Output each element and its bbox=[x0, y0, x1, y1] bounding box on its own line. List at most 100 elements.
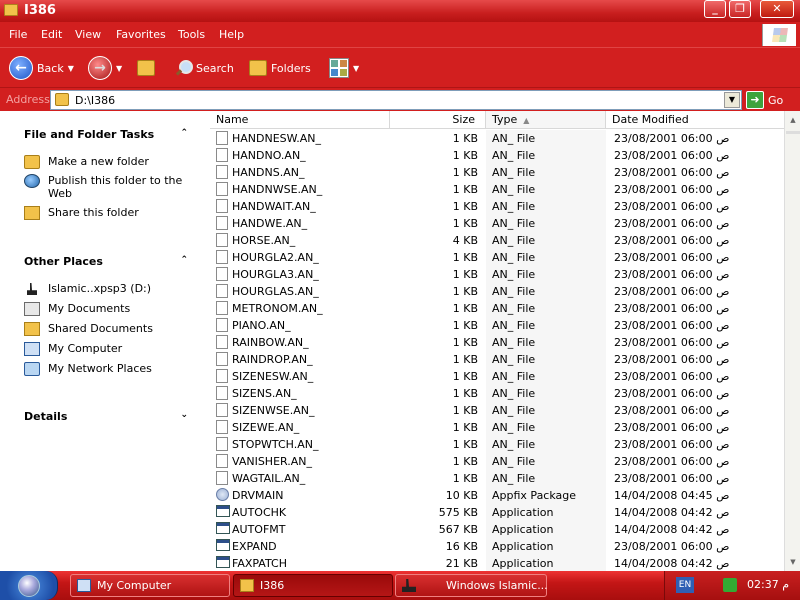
menu-tools[interactable]: Tools bbox=[178, 28, 205, 41]
file-date: 14/04/2008 04:45 ص bbox=[614, 489, 730, 502]
place-shared-documents[interactable]: Shared Documents bbox=[24, 322, 194, 336]
file-type: AN_ File bbox=[492, 183, 536, 196]
file-size: 1 KB bbox=[452, 370, 478, 383]
collapse-icon[interactable]: ⌃ bbox=[180, 128, 188, 138]
taskbar-button-i386[interactable]: I386 bbox=[233, 574, 393, 597]
file-row[interactable]: PIANO.AN_ 1 KB AN_ File 23/08/2001 06:00 ص bbox=[210, 317, 784, 334]
share-folder-link[interactable]: Share this folder bbox=[24, 206, 194, 220]
make-new-folder-link[interactable]: Make a new folder bbox=[24, 155, 194, 169]
file-name: RAINDROP.AN_ bbox=[232, 353, 313, 366]
place-my-network-places[interactable]: My Network Places bbox=[24, 362, 194, 376]
close-button[interactable]: ✕ bbox=[760, 0, 794, 18]
place-my-computer[interactable]: My Computer bbox=[24, 342, 194, 356]
minimize-button[interactable]: _ bbox=[704, 0, 726, 18]
file-row[interactable]: DRVMAIN 10 KB Appfix Package 14/04/2008 04:… bbox=[210, 487, 784, 504]
column-header-name[interactable]: Name bbox=[210, 111, 390, 129]
file-row[interactable]: AUTOCHK 575 KB Application 14/04/2008 04:42… bbox=[210, 504, 784, 521]
file-icon bbox=[216, 335, 228, 349]
file-row[interactable]: HANDNO.AN_ 1 KB AN_ File 23/08/2001 06:00 ص bbox=[210, 147, 784, 164]
file-row[interactable]: RAINDROP.AN_ 1 KB AN_ File 23/08/2001 06:00… bbox=[210, 351, 784, 368]
address-input[interactable]: D:\I386 ▼ bbox=[50, 90, 742, 110]
file-icon bbox=[216, 131, 228, 145]
address-dropdown-icon[interactable]: ▼ bbox=[724, 92, 740, 108]
up-button[interactable] bbox=[137, 54, 155, 82]
file-row[interactable]: HOURGLAS.AN_ 1 KB AN_ File 23/08/2001 06:00… bbox=[210, 283, 784, 300]
file-date: 23/08/2001 06:00 ص bbox=[614, 200, 730, 213]
file-size: 1 KB bbox=[452, 200, 478, 213]
file-row[interactable]: EXPAND 16 KB Application 23/08/2001 06:00 ص bbox=[210, 538, 784, 555]
application-icon bbox=[216, 505, 230, 517]
file-row[interactable]: HANDWE.AN_ 1 KB AN_ File 23/08/2001 06:00 ص bbox=[210, 215, 784, 232]
forward-button[interactable]: → ▼ bbox=[88, 54, 122, 82]
language-indicator[interactable]: EN bbox=[676, 577, 694, 593]
file-row[interactable]: FAXPATCH 21 KB Application 14/04/2008 04:42… bbox=[210, 555, 784, 571]
file-icon bbox=[216, 182, 228, 196]
taskbar-label: Windows Islamic... bbox=[446, 579, 548, 592]
taskbar-button-windows-islamic[interactable]: Windows Islamic... bbox=[395, 574, 548, 597]
column-header-size[interactable]: Size bbox=[390, 111, 486, 129]
scroll-down-icon[interactable]: ▼ bbox=[786, 555, 800, 569]
menu-view[interactable]: View bbox=[75, 28, 101, 41]
file-list[interactable]: Name Size Type ▲ Date Modified HANDNESW.A… bbox=[210, 111, 784, 571]
place-drive-d[interactable]: Islamic..xpsp3 (D:) bbox=[24, 282, 194, 295]
file-size: 1 KB bbox=[452, 217, 478, 230]
file-row[interactable]: HANDNWSE.AN_ 1 KB AN_ File 23/08/2001 06:00… bbox=[210, 181, 784, 198]
search-button[interactable]: Search bbox=[174, 54, 234, 82]
network-places-icon bbox=[24, 362, 40, 376]
menu-favorites[interactable]: Favorites bbox=[116, 28, 166, 41]
views-button[interactable]: ▼ bbox=[329, 54, 359, 82]
publish-folder-link[interactable]: Publish this folder to the Web bbox=[24, 174, 194, 200]
file-type: Application bbox=[492, 506, 554, 519]
scroll-thumb[interactable] bbox=[786, 131, 800, 134]
folders-button[interactable]: Folders bbox=[249, 54, 311, 82]
file-row[interactable]: STOPWTCH.AN_ 1 KB AN_ File 23/08/2001 06:00… bbox=[210, 436, 784, 453]
file-row[interactable]: VANISHER.AN_ 1 KB AN_ File 23/08/2001 06:00… bbox=[210, 453, 784, 470]
tray-network-icon[interactable] bbox=[723, 578, 737, 592]
clock[interactable]: 02:37 م bbox=[747, 578, 789, 591]
back-button[interactable]: ← Back ▼ bbox=[9, 54, 74, 82]
file-row[interactable]: HANDWAIT.AN_ 1 KB AN_ File 23/08/2001 06:00… bbox=[210, 198, 784, 215]
other-places-section: Other Places ⌃ Islamic..xpsp3 (D:) My Do… bbox=[24, 255, 194, 376]
title-bar[interactable]: I386 _ ❐ ✕ bbox=[0, 0, 800, 22]
start-button[interactable] bbox=[0, 571, 58, 600]
file-row[interactable]: AUTOFMT 567 KB Application 14/04/2008 04:42… bbox=[210, 521, 784, 538]
file-icon bbox=[216, 148, 228, 162]
file-type: AN_ File bbox=[492, 132, 536, 145]
file-row[interactable]: HANDNESW.AN_ 1 KB AN_ File 23/08/2001 06:00… bbox=[210, 130, 784, 147]
menu-file[interactable]: File bbox=[9, 28, 27, 41]
collapse-icon[interactable]: ⌃ bbox=[180, 255, 188, 265]
file-row[interactable]: SIZENWSE.AN_ 1 KB AN_ File 23/08/2001 06:00… bbox=[210, 402, 784, 419]
file-row[interactable]: METRONOM.AN_ 1 KB AN_ File 23/08/2001 06:00… bbox=[210, 300, 784, 317]
taskbar: My Computer I386 Windows Islamic... EN 0… bbox=[0, 571, 800, 600]
scroll-up-icon[interactable]: ▲ bbox=[786, 113, 800, 127]
file-icon bbox=[216, 386, 228, 400]
back-dropdown-icon[interactable]: ▼ bbox=[68, 64, 74, 73]
file-row[interactable]: SIZENESW.AN_ 1 KB AN_ File 23/08/2001 06:00… bbox=[210, 368, 784, 385]
expand-icon[interactable]: ⌄ bbox=[180, 410, 188, 420]
file-row[interactable]: WAGTAIL.AN_ 1 KB AN_ File 23/08/2001 06:00 … bbox=[210, 470, 784, 487]
file-row[interactable]: SIZENS.AN_ 1 KB AN_ File 23/08/2001 06:00 ص bbox=[210, 385, 784, 402]
file-row[interactable]: RAINBOW.AN_ 1 KB AN_ File 23/08/2001 06:00 … bbox=[210, 334, 784, 351]
menu-edit[interactable]: Edit bbox=[41, 28, 62, 41]
file-size: 1 KB bbox=[452, 421, 478, 434]
column-header-type[interactable]: Type ▲ bbox=[486, 111, 606, 129]
file-row[interactable]: HOURGLA3.AN_ 1 KB AN_ File 23/08/2001 06:00… bbox=[210, 266, 784, 283]
menu-help[interactable]: Help bbox=[219, 28, 244, 41]
other-places-header[interactable]: Other Places ⌃ bbox=[24, 255, 194, 271]
taskbar-button-my-computer[interactable]: My Computer bbox=[70, 574, 230, 597]
go-button[interactable]: ➜ Go bbox=[746, 91, 783, 109]
vertical-scrollbar[interactable]: ▲ ▼ bbox=[784, 111, 800, 571]
forward-dropdown-icon[interactable]: ▼ bbox=[116, 64, 122, 73]
maximize-button[interactable]: ❐ bbox=[729, 0, 751, 18]
file-row[interactable]: SIZEWE.AN_ 1 KB AN_ File 23/08/2001 06:00 ص bbox=[210, 419, 784, 436]
file-row[interactable]: HORSE.AN_ 4 KB AN_ File 23/08/2001 06:00 ص bbox=[210, 232, 784, 249]
system-tray: EN 02:37 م bbox=[664, 571, 800, 600]
place-label: Islamic..xpsp3 (D:) bbox=[48, 282, 152, 295]
details-header[interactable]: Details ⌄ bbox=[24, 410, 194, 426]
file-name: AUTOCHK bbox=[232, 506, 287, 519]
place-my-documents[interactable]: My Documents bbox=[24, 302, 194, 316]
file-folder-tasks-header[interactable]: File and Folder Tasks ⌃ bbox=[24, 128, 194, 144]
file-row[interactable]: HANDNS.AN_ 1 KB AN_ File 23/08/2001 06:00 ص bbox=[210, 164, 784, 181]
file-row[interactable]: HOURGLA2.AN_ 1 KB AN_ File 23/08/2001 06:00… bbox=[210, 249, 784, 266]
column-header-date[interactable]: Date Modified bbox=[606, 111, 784, 129]
